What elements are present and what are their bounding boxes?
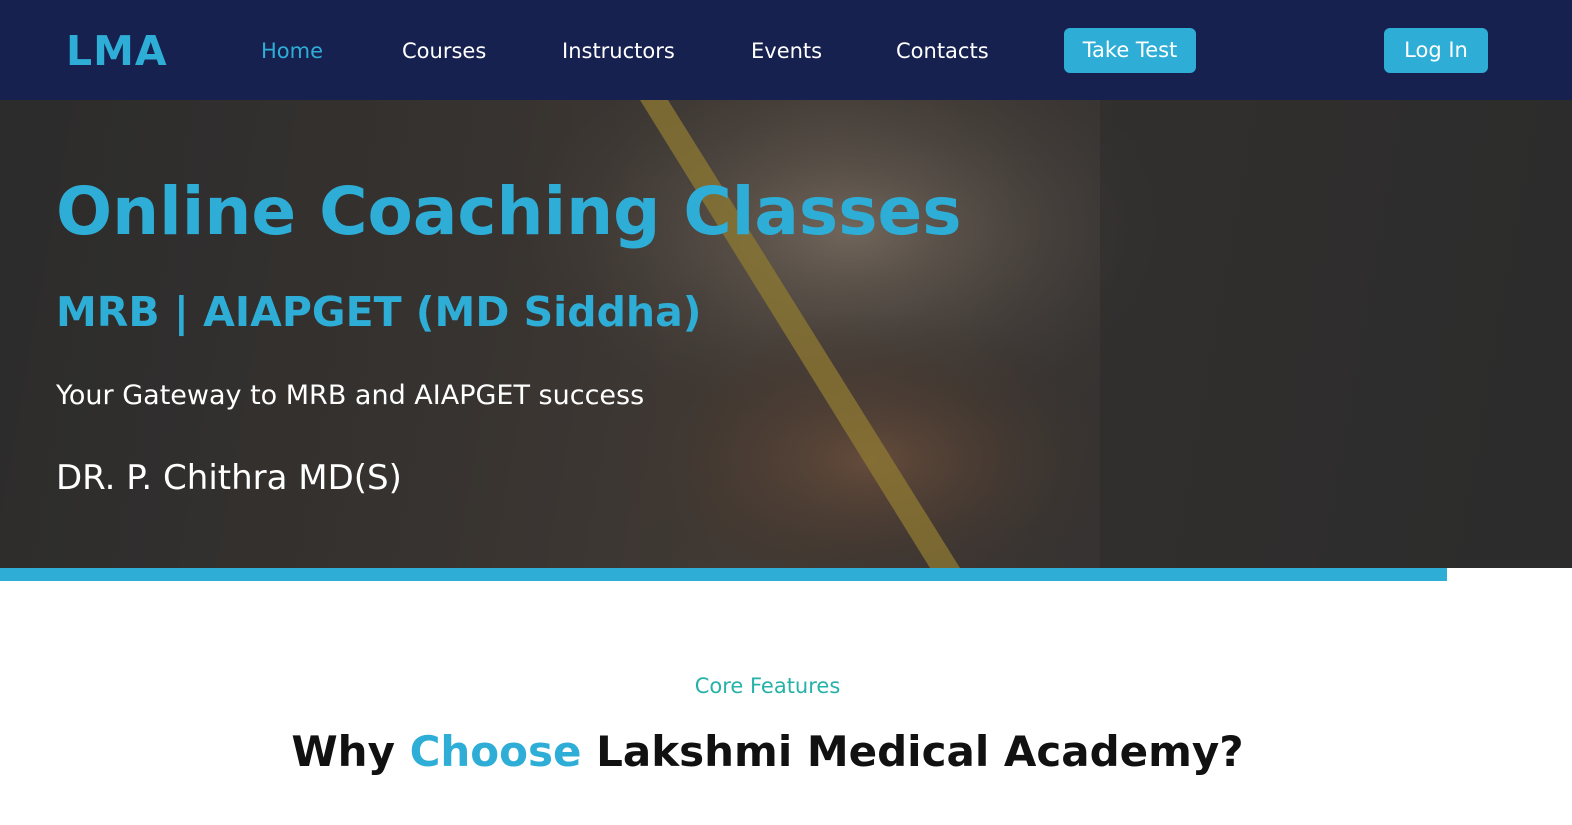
nav-link-home[interactable]: Home [261,36,323,66]
hero-accent-bar [0,568,1447,581]
nav-link-contacts[interactable]: Contacts [896,36,989,66]
login-button[interactable]: Log In [1384,28,1488,73]
top-navbar: LMA Home Courses Instructors Events Cont… [0,0,1572,100]
hero-tagline: Your Gateway to MRB and AIAPGET success [56,380,645,411]
nav-link-courses[interactable]: Courses [402,36,486,66]
features-heading-prefix: Why [291,727,410,776]
features-kicker: Core Features [694,674,841,698]
features-heading: Why Choose Lakshmi Medical Academy? [0,724,1535,780]
hero-title: Online Coaching Classes [56,173,962,250]
hero-subtitle: MRB | AIAPGET (MD Siddha) [56,288,702,336]
site-logo[interactable]: LMA [66,26,168,76]
nav-link-instructors[interactable]: Instructors [562,36,675,66]
hero-banner: Online Coaching Classes MRB | AIAPGET (M… [0,100,1572,568]
hero-author: DR. P. Chithra MD(S) [56,458,402,498]
features-heading-suffix: Lakshmi Medical Academy? [581,727,1244,776]
take-test-button[interactable]: Take Test [1064,28,1196,73]
features-heading-highlight: Choose [409,727,582,776]
nav-link-events[interactable]: Events [751,36,822,66]
